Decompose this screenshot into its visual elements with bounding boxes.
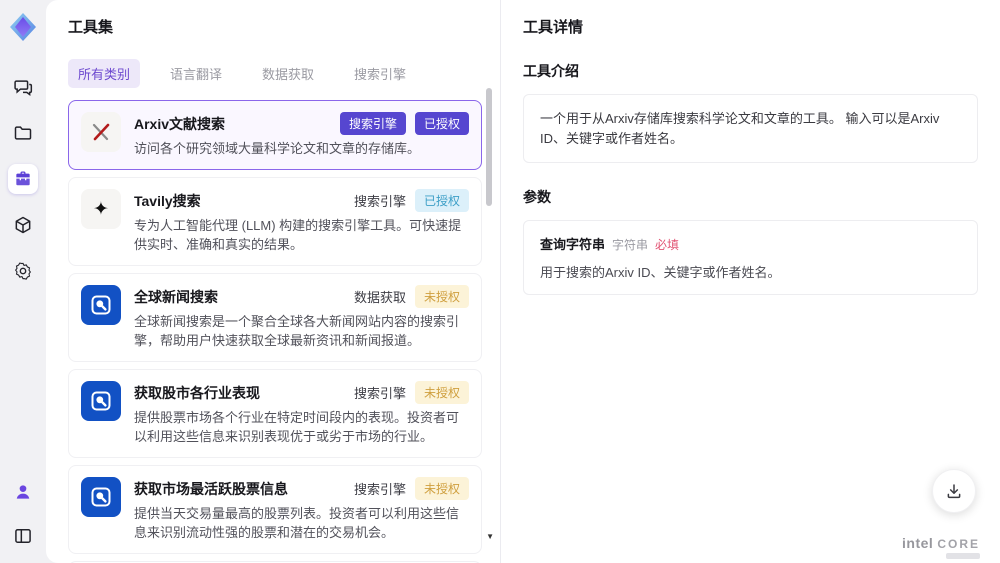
scrollbar-thumb[interactable] — [486, 88, 492, 206]
tavily-star-icon: ✦ — [81, 189, 121, 230]
badge-group: 搜索引擎 已授权 — [339, 112, 469, 135]
card-top: Arxiv文献搜索 搜索引擎 已授权 — [134, 112, 469, 135]
tool-card-arxiv[interactable]: Arxiv文献搜索 搜索引擎 已授权 访问各个研究领域大量科学论文和文章的存储库… — [68, 100, 482, 171]
card-body: Tavily搜索 搜索引擎 已授权 专为人工智能代理 (LLM) 构建的搜索引擎… — [134, 189, 469, 254]
sidebar — [0, 0, 46, 563]
app-window: 工具集 所有类别 语言翻译 数据获取 搜索引擎 Arxiv文献搜索 搜索引擎 已… — [0, 0, 1000, 563]
chat-icon[interactable] — [8, 72, 38, 102]
intel-core-logo: intel core — [902, 535, 980, 551]
auth-status-badge: 已授权 — [414, 189, 469, 213]
tool-card-global-news[interactable]: 全球新闻搜索 数据获取 未授权 全球新闻搜索是一个聚合全球各大新闻网站内容的搜索… — [68, 273, 482, 363]
card-top: 全球新闻搜索 数据获取 未授权 — [134, 285, 469, 309]
badge-group: 数据获取 未授权 — [353, 285, 469, 309]
card-body: Arxiv文献搜索 搜索引擎 已授权 访问各个研究领域大量科学论文和文章的存储库… — [134, 112, 469, 158]
param-card: 查询字符串 字符串 必填 用于搜索的Arxiv ID、关键字或作者姓名。 — [523, 220, 978, 295]
settings-gear-icon[interactable] — [8, 256, 38, 286]
card-top: Tavily搜索 搜索引擎 已授权 — [134, 189, 469, 213]
news-search-logo-icon — [81, 477, 121, 518]
intel-wordmark: intel — [902, 535, 934, 551]
tool-name: Tavily搜索 — [134, 192, 201, 209]
param-type: 字符串 — [612, 238, 649, 252]
tool-detail-panel: 工具详情 工具介绍 一个用于从Arxiv存储库搜索科学论文和文章的工具。 输入可… — [500, 0, 1000, 563]
param-required-badge: 必填 — [655, 238, 680, 252]
param-name: 查询字符串 — [540, 237, 606, 252]
tool-card-active-stocks[interactable]: 获取市场最活跃股票信息 搜索引擎 未授权 提供当天交易量最高的股票列表。投资者可… — [68, 465, 482, 555]
toolbox-icon[interactable] — [8, 164, 38, 194]
badge-group: 搜索引擎 未授权 — [353, 381, 469, 405]
intro-heading: 工具介绍 — [523, 63, 579, 79]
main-surface: 工具集 所有类别 语言翻译 数据获取 搜索引擎 Arxiv文献搜索 搜索引擎 已… — [46, 0, 1000, 563]
category-label: 数据获取 — [353, 290, 406, 306]
tool-name: 获取股市各行业表现 — [134, 384, 260, 401]
download-button[interactable] — [932, 469, 976, 513]
scroll-down-arrow-icon[interactable]: ▼ — [486, 532, 494, 541]
tool-description: 提供当天交易量最高的股票列表。投资者可以利用这些信息来识别流动性强的股票和潜在的… — [134, 506, 460, 540]
badge-group: 搜索引擎 已授权 — [353, 189, 469, 213]
category-tabs: 所有类别 语言翻译 数据获取 搜索引擎 — [68, 59, 482, 88]
download-icon — [947, 484, 961, 499]
auth-status-badge: 未授权 — [414, 285, 469, 309]
detail-title: 工具详情 — [523, 19, 584, 36]
category-badge: 搜索引擎 — [339, 112, 406, 135]
sidebar-bottom-nav — [8, 477, 38, 551]
list-scrollbar[interactable]: ▼ — [486, 76, 494, 555]
tool-name: 获取市场最活跃股票信息 — [134, 480, 288, 497]
tab-all-categories[interactable]: 所有类别 — [68, 59, 141, 88]
param-header-row: 查询字符串 字符串 必填 — [540, 234, 961, 253]
tool-description: 访问各个研究领域大量科学论文和文章的存储库。 — [134, 141, 421, 156]
tool-list-panel: 工具集 所有类别 语言翻译 数据获取 搜索引擎 Arxiv文献搜索 搜索引擎 已… — [46, 0, 500, 563]
card-top: 获取股市各行业表现 搜索引擎 未授权 — [134, 381, 469, 405]
page-title: 工具集 — [68, 19, 114, 36]
tool-card-list: Arxiv文献搜索 搜索引擎 已授权 访问各个研究领域大量科学论文和文章的存储库… — [68, 100, 482, 563]
folder-icon[interactable] — [8, 118, 38, 148]
card-body: 获取股市各行业表现 搜索引擎 未授权 提供股票市场各个行业在特定时间段内的表现。… — [134, 381, 469, 446]
intro-card: 一个用于从Arxiv存储库搜索科学论文和文章的工具。 输入可以是Arxiv ID… — [523, 94, 978, 163]
tab-search-engine[interactable]: 搜索引擎 — [344, 59, 416, 88]
news-search-logo-icon — [81, 381, 121, 422]
category-label: 搜索引擎 — [353, 386, 406, 402]
sidebar-nav — [8, 72, 38, 286]
category-label: 搜索引擎 — [353, 482, 406, 498]
tool-name: Arxiv文献搜索 — [134, 115, 226, 132]
tab-data-fetching[interactable]: 数据获取 — [252, 59, 324, 88]
card-body: 全球新闻搜索 数据获取 未授权 全球新闻搜索是一个聚合全球各大新闻网站内容的搜索… — [134, 285, 469, 350]
tab-language-translation[interactable]: 语言翻译 — [160, 59, 232, 88]
auth-status-badge: 未授权 — [414, 477, 469, 501]
card-top: 获取市场最活跃股票信息 搜索引擎 未授权 — [134, 477, 469, 501]
card-body: 获取市场最活跃股票信息 搜索引擎 未授权 提供当天交易量最高的股票列表。投资者可… — [134, 477, 469, 542]
intro-text: 一个用于从Arxiv存储库搜索科学论文和文章的工具。 输入可以是Arxiv ID… — [540, 111, 940, 146]
tool-card-tavily[interactable]: ✦ Tavily搜索 搜索引擎 已授权 专为人工智能代理 (LLM) 构建的搜索… — [68, 177, 482, 267]
tool-card-sector-performance[interactable]: 获取股市各行业表现 搜索引擎 未授权 提供股票市场各个行业在特定时间段内的表现。… — [68, 369, 482, 459]
models-cube-icon[interactable] — [8, 210, 38, 240]
intel-logo-sub-bar — [946, 553, 980, 559]
tool-name: 全球新闻搜索 — [134, 288, 218, 305]
tool-description: 专为人工智能代理 (LLM) 构建的搜索引擎工具。可快速提供实时、准确和真实的结… — [134, 218, 462, 252]
auth-status-badge: 未授权 — [414, 381, 469, 405]
badge-group: 搜索引擎 未授权 — [353, 477, 469, 501]
app-logo-icon — [6, 10, 40, 44]
tool-description: 全球新闻搜索是一个聚合全球各大新闻网站内容的搜索引擎，帮助用户快速获取全球最新资… — [134, 314, 460, 348]
param-description: 用于搜索的Arxiv ID、关键字或作者姓名。 — [540, 265, 781, 280]
news-search-logo-icon — [81, 285, 121, 326]
category-label: 搜索引擎 — [353, 194, 406, 210]
arxiv-logo-icon — [81, 112, 121, 152]
auth-status-badge: 已授权 — [414, 112, 469, 135]
four-point-star-glyph: ✦ — [93, 198, 109, 220]
user-avatar-icon[interactable] — [8, 477, 38, 507]
params-heading: 参数 — [523, 189, 551, 205]
collapse-panel-icon[interactable] — [8, 521, 38, 551]
core-wordmark: core — [937, 537, 980, 551]
tool-description: 提供股票市场各个行业在特定时间段内的表现。投资者可以利用这些信息来识别表现优于或… — [134, 410, 460, 444]
